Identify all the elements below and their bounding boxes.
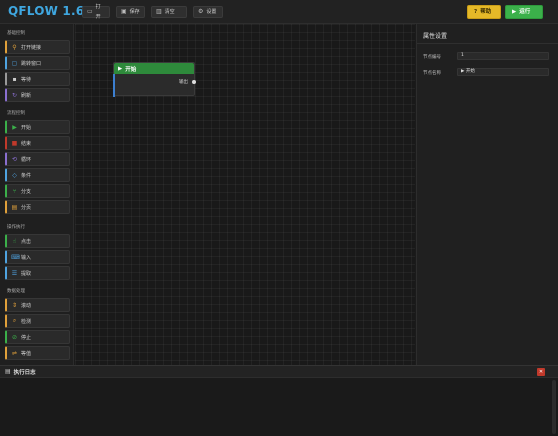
sidebar-section-title: 操作执行 [7, 225, 25, 230]
save-button[interactable]: ▣ 保存 [116, 6, 145, 18]
search-icon: ⌕ [12, 317, 17, 324]
sidebar-item-loop[interactable]: ⟲ 循环 [5, 152, 70, 166]
sidebar-item-label: 等待 [21, 76, 32, 83]
link-icon: ⚲ [12, 43, 17, 51]
extract-icon: ☰ [11, 269, 18, 277]
sidebar-item-label: 提取 [21, 270, 32, 277]
wait-icon: ▪ [12, 75, 17, 83]
clear-button-label: 清空 [164, 9, 175, 15]
sidebar-item-equals[interactable]: ⇌ 等值 [5, 346, 70, 360]
field-label-node-name: 节点名称 [423, 71, 441, 76]
sidebar-item-label: 条件 [21, 172, 32, 179]
sidebar-item-wait[interactable]: ▪ 等待 [5, 72, 70, 86]
settings-button[interactable]: ⚙ 设置 [193, 6, 223, 18]
trash-icon: ▥ [156, 8, 162, 15]
sidebar-item-switch-window[interactable]: ▢ 跳转窗口 [5, 56, 70, 70]
flow-node-start[interactable]: ▶ 开始 输出 [113, 62, 196, 97]
node-name-field[interactable]: ▶ 开始 [457, 68, 549, 76]
sidebar-item-label: 检测 [21, 318, 32, 325]
sidebar-item-label: 打开链接 [21, 44, 42, 51]
play-icon: ▶ [118, 65, 123, 72]
refresh-icon: ↻ [11, 91, 18, 99]
component-sidebar: 基础控制 ⚲ 打开链接 ▢ 跳转窗口 ▪ 等待 ↻ 刷新 流程控制 ▶ 开始 ■… [0, 24, 74, 365]
click-icon: ☝ [12, 237, 17, 245]
stop-icon: ⊘ [11, 333, 18, 341]
equals-icon: ⇌ [11, 349, 18, 357]
sidebar-item-scroll[interactable]: ⇕ 滚动 [5, 298, 70, 312]
open-button-label: 打开 [95, 4, 101, 20]
sidebar-item-stop[interactable]: ⊘ 停止 [5, 330, 70, 344]
gear-icon: ⚙ [198, 8, 204, 15]
folder-open-icon: ▭ [87, 8, 93, 15]
open-button[interactable]: ▭ 打开 [82, 4, 110, 20]
node-output-label: 输出 [179, 80, 188, 85]
save-button-label: 保存 [129, 9, 140, 15]
sidebar-item-label: 等值 [21, 350, 32, 357]
sidebar-item-paging[interactable]: ▤ 分页 [5, 200, 70, 214]
sidebar-item-open-link[interactable]: ⚲ 打开链接 [5, 40, 70, 54]
field-label-node-id: 节点编号 [423, 55, 441, 60]
sidebar-item-label: 点击 [21, 238, 32, 245]
help-button-label: 帮助 [480, 9, 492, 15]
window-icon: ▢ [11, 59, 18, 67]
properties-panel: 属性设置 节点编号 1 节点名称 ▶ 开始 [416, 24, 558, 365]
sidebar-item-detect[interactable]: ⌕ 检测 [5, 314, 70, 328]
run-button-label: 运行 [519, 9, 531, 15]
properties-title: 属性设置 [423, 33, 448, 40]
log-scrollbar[interactable] [552, 380, 556, 434]
stop-icon: ■ [11, 139, 18, 147]
help-button[interactable]: ? 帮助 [467, 5, 501, 19]
scroll-icon: ⇕ [11, 301, 18, 309]
top-bar: QFLOW 1.6 ▭ 打开 ▣ 保存 ▥ 清空 ⚙ 设置 ? 帮助 ▶ 运行 [0, 0, 558, 24]
play-icon: ▶ [12, 123, 17, 131]
sidebar-item-end[interactable]: ■ 结束 [5, 136, 70, 150]
sidebar-item-label: 滚动 [21, 302, 32, 309]
sidebar-item-label: 停止 [21, 334, 32, 341]
condition-icon: ◇ [12, 171, 17, 179]
node-accent-bar [113, 74, 115, 97]
branch-icon: ⑂ [12, 187, 17, 195]
sidebar-item-label: 结束 [21, 140, 32, 147]
sidebar-section-title: 流程控制 [7, 111, 25, 116]
sidebar-item-label: 分支 [21, 188, 32, 195]
run-button[interactable]: ▶ 运行 [505, 5, 543, 19]
sidebar-item-condition[interactable]: ◇ 条件 [5, 168, 70, 182]
sidebar-item-refresh[interactable]: ↻ 刷新 [5, 88, 70, 102]
log-header: ▤ 执行日志 [0, 366, 558, 378]
app-logo: QFLOW 1.6 [8, 4, 85, 18]
sidebar-item-label: 跳转窗口 [21, 60, 42, 67]
node-header[interactable]: ▶ 开始 [114, 63, 194, 74]
page-icon: ▤ [11, 203, 18, 211]
help-icon: ? [474, 9, 478, 15]
divider [417, 43, 558, 44]
play-icon: ▶ [512, 9, 517, 15]
sidebar-item-extract[interactable]: ☰ 提取 [5, 266, 70, 280]
log-icon: ▤ [5, 368, 11, 375]
log-clear-button[interactable]: ✕ [537, 368, 545, 376]
node-title: 开始 [125, 66, 137, 73]
sidebar-item-click[interactable]: ☝ 点击 [5, 234, 70, 248]
flow-canvas[interactable]: ▶ 开始 输出 [75, 24, 415, 365]
output-port[interactable] [192, 80, 196, 84]
sidebar-item-branch[interactable]: ⑂ 分支 [5, 184, 70, 198]
sidebar-item-label: 输入 [21, 254, 32, 261]
sidebar-item-input[interactable]: ⌨ 输入 [5, 250, 70, 264]
log-title: 执行日志 [13, 369, 36, 376]
keyboard-icon: ⌨ [11, 253, 20, 261]
loop-icon: ⟲ [11, 155, 18, 163]
sidebar-item-start[interactable]: ▶ 开始 [5, 120, 70, 134]
save-icon: ▣ [121, 8, 127, 15]
sidebar-section-title: 基础控制 [7, 31, 25, 36]
clear-button[interactable]: ▥ 清空 [151, 6, 187, 18]
sidebar-item-label: 循环 [21, 156, 32, 163]
sidebar-item-label: 开始 [21, 124, 32, 131]
sidebar-item-label: 刷新 [21, 92, 32, 99]
node-id-field[interactable]: 1 [457, 52, 549, 60]
log-panel: ▤ 执行日志 ✕ [0, 365, 558, 436]
sidebar-item-label: 分页 [21, 204, 32, 211]
sidebar-section-title: 数据处理 [7, 289, 25, 294]
settings-button-label: 设置 [206, 9, 217, 15]
